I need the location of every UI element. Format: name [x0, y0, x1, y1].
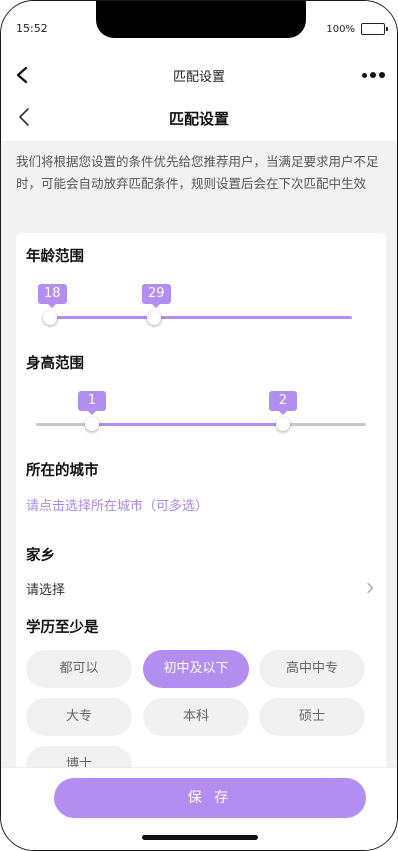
save-button[interactable]: 保 存: [54, 778, 366, 818]
hometown-value: 请选择: [26, 583, 66, 598]
settings-card: 年龄范围 18 29 身高范围 1 2 所在的城市 请点击选择所在城市（可多选）…: [16, 233, 386, 784]
battery-icon: [361, 23, 388, 35]
height-min-bubble: 1: [78, 391, 106, 415]
age-max-thumb[interactable]: [147, 311, 161, 325]
height-max-bubble: 2: [269, 391, 297, 415]
height-max-thumb[interactable]: [276, 417, 290, 431]
edu-option-junior-high[interactable]: 初中及以下: [143, 650, 249, 688]
phone-frame: 15:52 100% 匹配设置 匹配设置 我们将根据您设置的条件优先给您推荐用户…: [0, 0, 398, 851]
battery-status: 100%: [326, 23, 388, 35]
age-max-bubble: 29: [142, 284, 171, 308]
age-range-slider[interactable]: 18 29: [16, 281, 386, 341]
page-title: 匹配设置: [168, 110, 229, 128]
status-time: 15:52: [16, 22, 48, 35]
education-title: 学历至少是: [26, 620, 99, 636]
mini-nav-title: 匹配设置: [172, 70, 225, 85]
age-min-bubble: 18: [38, 284, 67, 308]
battery-percent: 100%: [326, 23, 355, 35]
hometown-title: 家乡: [26, 548, 55, 564]
page-header: 匹配设置: [1, 93, 397, 141]
edu-option-bachelor[interactable]: 本科: [143, 698, 249, 736]
match-notice: 我们将根据您设置的条件优先给您推荐用户，当满足要求用户不足时，可能会自动放弃匹配…: [16, 154, 379, 191]
height-range-title: 身高范围: [26, 356, 84, 372]
more-dots-icon[interactable]: [362, 66, 385, 84]
height-track-active: [92, 423, 283, 426]
notch: [96, 1, 306, 38]
height-range-slider[interactable]: 1 2: [16, 388, 386, 448]
edu-option-high-school[interactable]: 高中中专: [259, 650, 365, 688]
age-min-thumb[interactable]: [43, 311, 57, 325]
mini-program-nav: 匹配设置: [1, 57, 397, 93]
bottom-bar: 保 存: [1, 767, 397, 850]
edu-option-master[interactable]: 硕士: [259, 698, 365, 736]
city-select-link[interactable]: 请点击选择所在城市（可多选）: [26, 495, 208, 514]
hometown-select[interactable]: 请选择: [26, 573, 376, 598]
chevron-right-icon: [364, 579, 376, 594]
edu-option-any[interactable]: 都可以: [26, 650, 132, 688]
edu-option-college[interactable]: 大专: [26, 698, 132, 736]
home-indicator: [142, 835, 258, 840]
status-bar: 15:52 100%: [1, 1, 397, 57]
city-title: 所在的城市: [26, 463, 99, 479]
age-track: [50, 316, 352, 319]
age-range-title: 年龄范围: [26, 249, 84, 265]
height-min-thumb[interactable]: [85, 417, 99, 431]
